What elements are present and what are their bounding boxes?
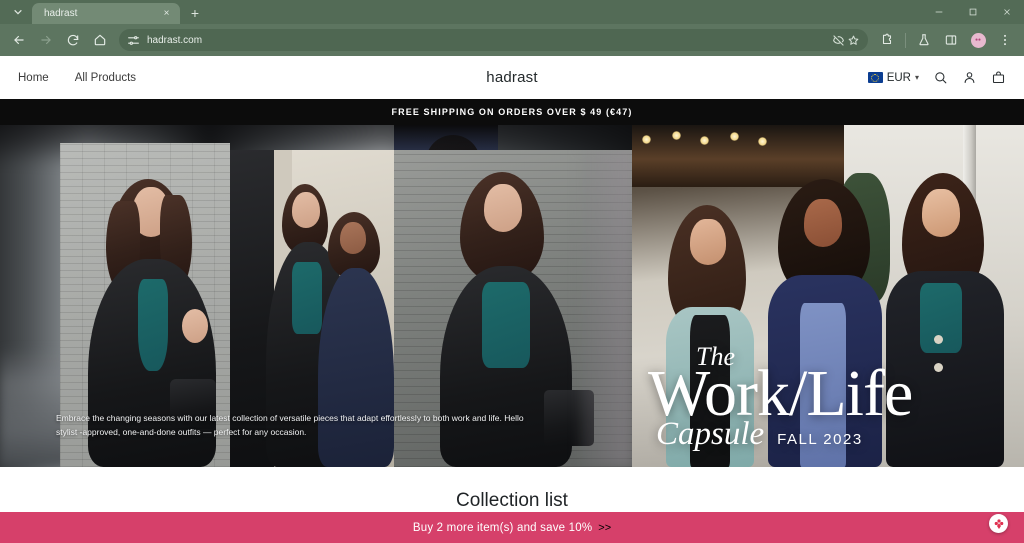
back-arrow-icon[interactable] (6, 27, 32, 53)
close-icon[interactable]: × (160, 7, 173, 20)
forward-arrow-icon[interactable] (33, 27, 59, 53)
hero-headline-season: FALL 2023 (777, 431, 863, 448)
hero-description: Embrace the changing seasons with our la… (56, 412, 524, 437)
window-close-icon[interactable] (990, 0, 1024, 24)
announcement-bar: FREE SHIPPING ON ORDERS OVER $ 49 (€47) (0, 99, 1024, 125)
search-icon[interactable] (932, 70, 948, 86)
star-icon[interactable] (847, 34, 860, 47)
new-tab-button[interactable]: + (184, 3, 206, 23)
header-actions: EUR ▾ (867, 70, 1006, 86)
three-dot-menu-icon[interactable] (992, 27, 1018, 53)
nav-link-home[interactable]: Home (18, 72, 49, 84)
eye-off-icon[interactable] (832, 34, 845, 47)
toolbar-divider (905, 32, 906, 48)
browser-toolbar: hadrast.com (0, 24, 1024, 56)
tab-strip: hadrast × + (0, 0, 1024, 24)
nav-link-all-products[interactable]: All Products (75, 72, 136, 84)
home-icon[interactable] (87, 27, 113, 53)
tune-icon[interactable] (127, 34, 140, 47)
hero-headline-main: Work/Life (648, 356, 913, 430)
eu-flag-icon (867, 72, 883, 83)
browser-tab[interactable]: hadrast × (32, 3, 180, 24)
currency-selector[interactable]: EUR ▾ (867, 71, 919, 84)
string-lights-decor (638, 131, 842, 147)
tab-title: hadrast (44, 8, 78, 19)
minimize-icon[interactable] (922, 0, 956, 24)
account-icon[interactable] (961, 70, 977, 86)
extensions-icon[interactable] (874, 27, 900, 53)
collection-section: Collection list (0, 467, 1024, 512)
site-header: Home All Products hadrast EUR ▾ (0, 56, 1024, 99)
promo-bar[interactable]: Buy 2 more item(s) and save 10% >> (0, 512, 1024, 543)
maximize-icon[interactable] (956, 0, 990, 24)
hero-headline: The Work/Life Capsule FALL 2023 (648, 344, 1020, 453)
address-bar[interactable]: hadrast.com (119, 29, 868, 51)
browser-window: hadrast × + hadrast.com Home All Product… (0, 0, 1024, 543)
promo-arrow[interactable]: >> (598, 522, 611, 534)
site-navigation: Home All Products (18, 72, 136, 84)
flask-icon[interactable] (911, 27, 937, 53)
flower-logo-icon[interactable] (989, 514, 1008, 533)
hero-headline-capsule: Capsule (656, 416, 765, 452)
tab-search-icon[interactable] (6, 2, 30, 22)
page-viewport: Home All Products hadrast EUR ▾ FREE SHI… (0, 56, 1024, 543)
reload-icon[interactable] (60, 27, 86, 53)
announcement-text: FREE SHIPPING ON ORDERS OVER $ 49 (€47) (391, 107, 633, 117)
window-controls (922, 0, 1024, 24)
collection-title: Collection list (456, 490, 568, 511)
chevron-down-icon: ▾ (914, 73, 919, 82)
currency-code: EUR (886, 71, 911, 84)
url-text: hadrast.com (147, 34, 203, 46)
profile-avatar-icon[interactable] (965, 27, 991, 53)
side-panel-icon[interactable] (938, 27, 964, 53)
cart-icon[interactable] (990, 70, 1006, 86)
hero-banner[interactable]: Embrace the changing seasons with our la… (0, 125, 1024, 467)
promo-text: Buy 2 more item(s) and save 10% (412, 521, 593, 534)
